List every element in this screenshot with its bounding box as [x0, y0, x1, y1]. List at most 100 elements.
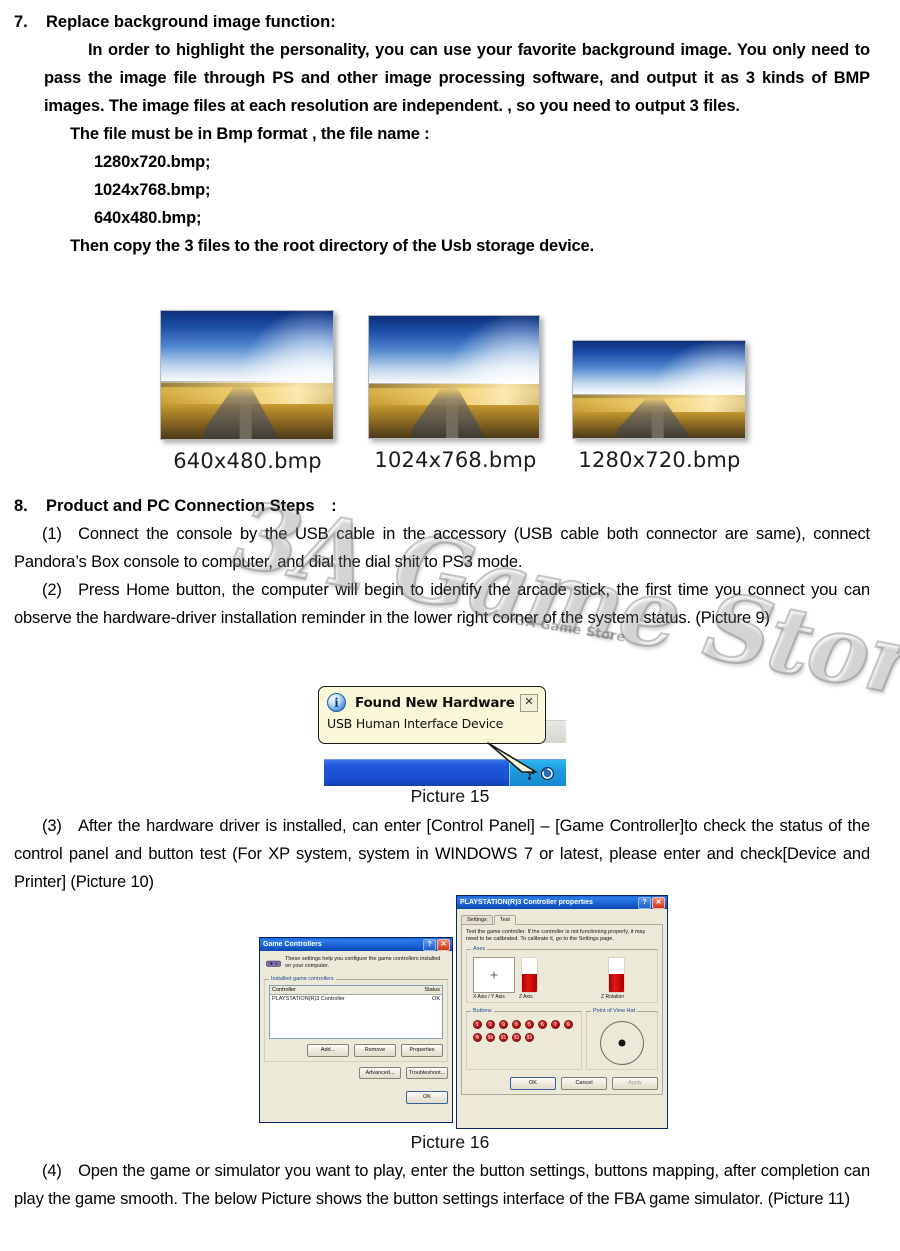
section-7-paragraph-1: In order to highlight the personality, y… [44, 41, 870, 115]
test-instructions: Test the game controller. If the control… [466, 929, 646, 942]
section-7-heading: 7. Replace background image function: [14, 8, 870, 36]
ok-button[interactable]: OK [406, 1091, 448, 1104]
help-button[interactable]: ? [638, 896, 651, 909]
controller-properties-dialog[interactable]: PLAYSTATION(R)3 Controller properties ? … [456, 895, 668, 1129]
button-indicator: 3 [499, 1020, 508, 1029]
axis-label-row: X Axis / Y Axis Z Axis Z Rotation [471, 993, 653, 1000]
dialog-title-bar[interactable]: Game Controllers ? ✕ [260, 938, 452, 951]
button-indicator-grid: 1 2 3 4 5 6 7 8 9 10 11 12 13 [471, 1017, 577, 1045]
balloon-body-text: USB Human Interface Device [327, 716, 504, 731]
landscape-image-640x480 [160, 310, 334, 440]
tab-settings[interactable]: Settings [461, 914, 493, 924]
dialog-title-text: PLAYSTATION(R)3 Controller properties [460, 899, 593, 906]
filename-640x480: 640x480.bmp; [94, 209, 202, 227]
thumbnail-label-1024x768: 1024x768.bmp [374, 448, 537, 472]
add-button[interactable]: Add... [307, 1044, 349, 1057]
filename-1280x720: 1280x720.bmp; [94, 153, 211, 171]
balloon-header: i Found New Hardware ✕ [327, 693, 538, 712]
section-8-step-1: (1) Connect the console by the USB cable… [14, 525, 870, 571]
thumbnail-label-1280x720: 1280x720.bmp [578, 448, 741, 472]
landscape-image-1280x720 [572, 340, 746, 439]
ok-button-row: OK [264, 1091, 448, 1104]
row-controller-name: PLAYSTATION(R)3 Controller [272, 996, 345, 1002]
pov-group-label: Point of View Hat [591, 1008, 638, 1014]
dialog-body: These settings help you configure the ga… [260, 951, 452, 1108]
caption-picture-15: Picture 15 [410, 786, 490, 806]
section-7-number: 7. [14, 13, 28, 31]
troubleshoot-button[interactable]: Troubleshoot... [406, 1066, 448, 1079]
button-indicator: 5 [525, 1020, 534, 1029]
button-indicator: 12 [512, 1032, 521, 1042]
game-controllers-dialog[interactable]: Game Controllers ? ✕ These settings help… [259, 937, 453, 1123]
axes-indicators [471, 955, 653, 993]
balloon-title: Found New Hardware [355, 694, 515, 711]
close-icon[interactable]: ✕ [520, 693, 538, 712]
section-8-step-4: (4) Open the game or simulator you want … [14, 1162, 870, 1208]
pov-hat-group: Point of View Hat [586, 1008, 658, 1070]
copy-files-line: Then copy the 3 files to the root direct… [70, 237, 595, 255]
installed-controllers-group: Installed game controllers Controller St… [264, 976, 448, 1062]
tab-strip: Settings Test [461, 913, 663, 925]
button-indicator: 8 [564, 1020, 573, 1029]
thumbnail-1024x768: 1024x768.bmp [368, 315, 543, 472]
apply-button: Apply [612, 1077, 658, 1090]
axes-group: Axes X Axis / Y Axis Z Axis Z Rotation [466, 946, 658, 1003]
ok-button[interactable]: OK [510, 1077, 556, 1090]
controller-listbox[interactable]: Controller Status PLAYSTATION(R)3 Contro… [269, 985, 443, 1039]
balloon-tooltip: i Found New Hardware ✕ USB Human Interfa… [318, 686, 546, 744]
buttons-group-label: Buttons [471, 1008, 494, 1014]
pov-hat-indicator [600, 1021, 644, 1065]
help-text: These settings help you configure the ga… [285, 956, 441, 969]
remove-button[interactable]: Remove [354, 1044, 396, 1057]
sky-gradient [161, 311, 333, 395]
tab-panel-test: Test the game controller. If the control… [461, 925, 663, 1095]
column-status: Status [424, 987, 440, 993]
section-8-step-2: (2) Press Home button, the computer will… [14, 581, 870, 627]
button-indicator: 6 [538, 1020, 547, 1029]
cancel-button[interactable]: Cancel [561, 1077, 607, 1090]
tab-test[interactable]: Test [493, 914, 516, 925]
axis-label-zrot: Z Rotation [601, 994, 625, 1000]
advanced-button[interactable]: Advanced... [359, 1066, 401, 1079]
balloon-tail [487, 742, 537, 773]
dialog-title-text: Game Controllers [263, 941, 322, 948]
help-button[interactable]: ? [423, 938, 436, 951]
section-8-number: 8. [14, 497, 28, 515]
xy-axis-pad [473, 957, 515, 993]
column-controller: Controller [272, 987, 296, 993]
buttons-and-pov-row: Buttons 1 2 3 4 5 6 7 8 9 10 11 12 13 Po… [466, 1005, 658, 1070]
gamepad-icon [265, 956, 282, 968]
section-8-step-3: (3) After the hardware driver is install… [14, 817, 870, 891]
properties-button[interactable]: Properties [401, 1044, 443, 1057]
row-controller-status: OK [432, 996, 440, 1002]
axes-group-label: Axes [471, 946, 488, 952]
close-button[interactable]: ✕ [437, 938, 450, 951]
dialog-body: Settings Test Test the game controller. … [457, 909, 667, 1099]
button-indicator: 13 [525, 1032, 534, 1042]
axis-label-xy: X Axis / Y Axis [473, 994, 505, 1000]
bmp-thumbnail-row: 640x480.bmp 1024x768.bmp 1280x720.bmp [0, 300, 900, 485]
thumbnail-640x480: 640x480.bmp [160, 310, 335, 473]
section-8-block: 8. Product and PC Connection Steps : (1)… [14, 492, 870, 632]
close-button[interactable]: ✕ [652, 896, 665, 909]
file-format-line: The file must be in Bmp format , the fil… [70, 125, 430, 143]
section-8-title: Product and PC Connection Steps : [46, 497, 337, 515]
dialog-title-bar[interactable]: PLAYSTATION(R)3 Controller properties ? … [457, 896, 667, 909]
section-8-step-3-block: (3) After the hardware driver is install… [14, 812, 870, 896]
axis-label-z: Z Axis [519, 994, 533, 1000]
sky-gradient [573, 341, 745, 405]
button-indicator: 1 [473, 1020, 482, 1029]
button-indicator: 9 [473, 1032, 482, 1042]
found-new-hardware-screenshot: i Found New Hardware ✕ USB Human Interfa… [318, 686, 568, 786]
thumbnail-1280x720: 1280x720.bmp [572, 340, 747, 472]
filename-1024x768: 1024x768.bmp; [94, 181, 211, 199]
group-label: Installed game controllers [269, 976, 336, 982]
section-8-heading: 8. Product and PC Connection Steps : [14, 492, 870, 520]
info-icon: i [327, 693, 346, 712]
thumbnail-label-640x480: 640x480.bmp [173, 449, 322, 473]
listbox-header: Controller Status [270, 986, 442, 995]
z-rotation-slider [608, 957, 625, 993]
table-row[interactable]: PLAYSTATION(R)3 Controller OK [270, 995, 442, 1003]
button-indicator: 2 [486, 1020, 495, 1029]
button-indicator: 11 [499, 1032, 508, 1042]
